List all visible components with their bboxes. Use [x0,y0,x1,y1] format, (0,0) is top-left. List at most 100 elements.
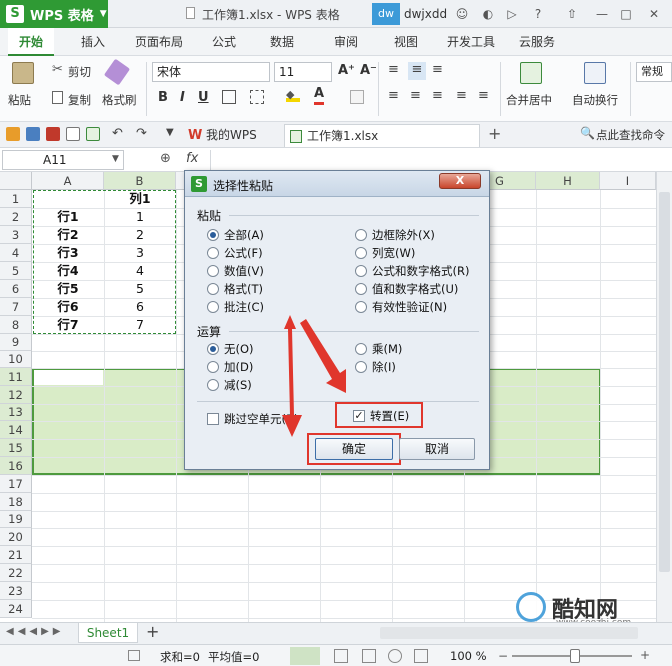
row-header-9[interactable]: 9 [0,334,32,351]
paste-all-radio[interactable]: 全部(A) [207,227,264,243]
column-header-i[interactable]: I [600,172,656,190]
decrease-font-icon[interactable]: A⁻ [360,63,377,78]
page-layout-view-icon[interactable] [362,649,376,663]
undo-icon[interactable]: ↶ [112,126,123,141]
zoom-slider-thumb[interactable] [570,649,580,663]
transpose-checkbox[interactable]: ✓ 转置(E) [353,408,409,424]
paste-formulas-radio[interactable]: 公式(F) [207,245,263,261]
bold-button[interactable]: B [158,90,168,105]
tab-cloud[interactable]: 云服务 [512,28,562,56]
row-header-13[interactable]: 13 [0,404,32,421]
tab-data[interactable]: 数据 [262,28,302,56]
user-name[interactable]: dwjxdd [404,7,447,21]
macro-icon[interactable] [128,650,140,661]
row-header-14[interactable]: 14 [0,421,32,439]
copy-button[interactable]: 复制 [68,92,91,108]
format-painter-button[interactable]: 格式刷 [102,92,137,108]
select-all-corner[interactable] [0,172,32,190]
paste-formats-radio[interactable]: 格式(T) [207,281,263,297]
cell-b4[interactable]: 3 [104,244,176,262]
row-header-23[interactable]: 23 [0,582,32,600]
paste-formulas-number-formats-radio[interactable]: 公式和数字格式(R) [355,263,469,279]
tab-home[interactable]: 开始 [8,28,54,56]
app-menu-button[interactable]: S WPS 表格 ▼ [0,0,108,28]
cell-a2[interactable]: 行1 [32,208,104,226]
user-avatar[interactable]: dw [372,3,400,25]
cell-b5[interactable]: 4 [104,262,176,280]
wrap-text-button[interactable]: 自动换行 [572,92,618,108]
dialog-close-button[interactable]: X [439,173,481,189]
function-button[interactable]: fx [186,151,198,166]
number-format-select[interactable]: 常规 [636,62,672,82]
cell-a3[interactable]: 行2 [32,226,104,244]
close-icon[interactable]: ✕ [646,6,662,22]
row-header-11[interactable]: 11 [0,368,32,386]
paste-button[interactable]: 粘贴 [8,92,31,108]
tab-formulas[interactable]: 公式 [204,28,244,56]
cell-b7[interactable]: 6 [104,298,176,316]
row-header-2[interactable]: 2 [0,208,32,226]
tab-view[interactable]: 视图 [386,28,426,56]
row-header-21[interactable]: 21 [0,546,32,564]
font-size-select[interactable]: 11 [274,62,332,82]
paste-values-radio[interactable]: 数值(V) [207,263,264,279]
zoom-out-icon[interactable]: − [498,649,508,663]
row-header-22[interactable]: 22 [0,564,32,582]
vertical-scrollbar[interactable] [656,172,672,622]
justify-icon[interactable]: ≡ [456,88,467,103]
underline-button[interactable]: U [198,90,209,105]
scissors-icon[interactable]: ✂ [52,62,63,77]
cell-a6[interactable]: 行5 [32,280,104,298]
tab-page-layout[interactable]: 页面布局 [128,28,190,56]
align-left-icon[interactable]: ≡ [388,88,399,103]
cell-style-icon[interactable] [250,90,264,104]
sheet-nav-icon[interactable]: ◀◀◀▶▶ [6,626,64,637]
operation-multiply-radio[interactable]: 乘(M) [355,341,402,357]
feedback-icon[interactable]: ◐ [480,6,496,22]
column-header-h[interactable]: H [536,172,600,190]
row-header-12[interactable]: 12 [0,386,32,404]
normal-view-icon[interactable] [290,647,320,665]
open-folder-icon[interactable] [6,127,20,141]
cell-b2[interactable]: 1 [104,208,176,226]
zoom-level[interactable]: 100 % [450,649,487,663]
cell-b6[interactable]: 5 [104,280,176,298]
align-center-icon[interactable]: ≡ [410,88,421,103]
borders-icon[interactable] [222,90,236,104]
cell-b8[interactable]: 7 [104,316,176,334]
print-preview-icon[interactable] [46,127,60,141]
row-header-6[interactable]: 6 [0,280,32,298]
row-header-3[interactable]: 3 [0,226,32,244]
paste-validation-radio[interactable]: 有效性验证(N) [355,299,447,315]
print-icon[interactable] [66,127,80,141]
search-command[interactable]: 点此查找命令 [596,127,665,143]
distribute-icon[interactable]: ≡ [478,88,489,103]
row-header-7[interactable]: 7 [0,298,32,316]
wrap-text-icon[interactable] [584,62,606,84]
zoom-in-icon[interactable]: + [640,648,650,662]
row-header-5[interactable]: 5 [0,262,32,280]
cell-b1[interactable]: 列1 [104,190,176,208]
redo-icon[interactable]: ↷ [136,126,147,141]
paste-icon[interactable] [12,62,34,84]
help-icon[interactable]: ? [530,6,546,22]
tab-my-wps[interactable]: W 我的WPS [184,124,280,147]
operation-divide-radio[interactable]: 除(I) [355,359,396,375]
maximize-icon[interactable]: □ [618,6,634,22]
operation-add-radio[interactable]: 加(D) [207,359,253,375]
paste-values-number-formats-radio[interactable]: 值和数字格式(U) [355,281,458,297]
column-header-b[interactable]: B [104,172,176,190]
new-tab-icon[interactable]: + [488,124,501,143]
row-header-19[interactable]: 19 [0,511,32,528]
tab-developer[interactable]: 开发工具 [442,28,500,56]
align-middle-icon[interactable]: ≡ [408,62,426,80]
chevron-down-icon[interactable]: ▼ [166,127,174,138]
row-header-16[interactable]: 16 [0,457,32,475]
save-icon[interactable] [26,127,40,141]
fill-color-icon[interactable]: ◆ [286,88,300,102]
paste-column-widths-radio[interactable]: 列宽(W) [355,245,415,261]
merge-center-button[interactable]: 合并居中 [506,92,552,108]
tab-review[interactable]: 审阅 [326,28,366,56]
row-header-4[interactable]: 4 [0,244,32,262]
scroll-thumb[interactable] [659,192,670,572]
